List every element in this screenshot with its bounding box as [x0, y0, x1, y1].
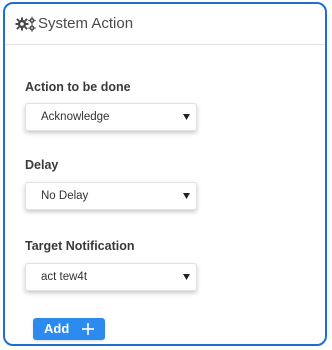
- dropdown-arrow-icon: [183, 274, 190, 280]
- action-select-value: Acknowledge: [41, 111, 110, 123]
- panel-title: System Action: [38, 15, 134, 32]
- add-button[interactable]: Add: [33, 318, 105, 340]
- panel-header: System Action: [5, 4, 325, 45]
- system-action-panel: System Action Action to be done Acknowle…: [3, 2, 327, 346]
- add-button-label: Add: [44, 321, 70, 336]
- dropdown-arrow-icon: [183, 114, 190, 120]
- action-label: Action to be done: [25, 80, 131, 94]
- action-select[interactable]: Acknowledge: [25, 103, 197, 131]
- target-notification-select-value: act tew4t: [41, 271, 88, 283]
- dropdown-arrow-icon: [183, 193, 190, 199]
- gears-icon: [15, 16, 36, 32]
- target-notification-label: Target Notification: [25, 239, 135, 253]
- delay-select[interactable]: No Delay: [25, 182, 197, 210]
- plus-icon: [82, 323, 94, 335]
- delay-select-value: No Delay: [41, 190, 89, 202]
- delay-label: Delay: [25, 158, 59, 172]
- target-notification-select[interactable]: act tew4t: [25, 263, 197, 291]
